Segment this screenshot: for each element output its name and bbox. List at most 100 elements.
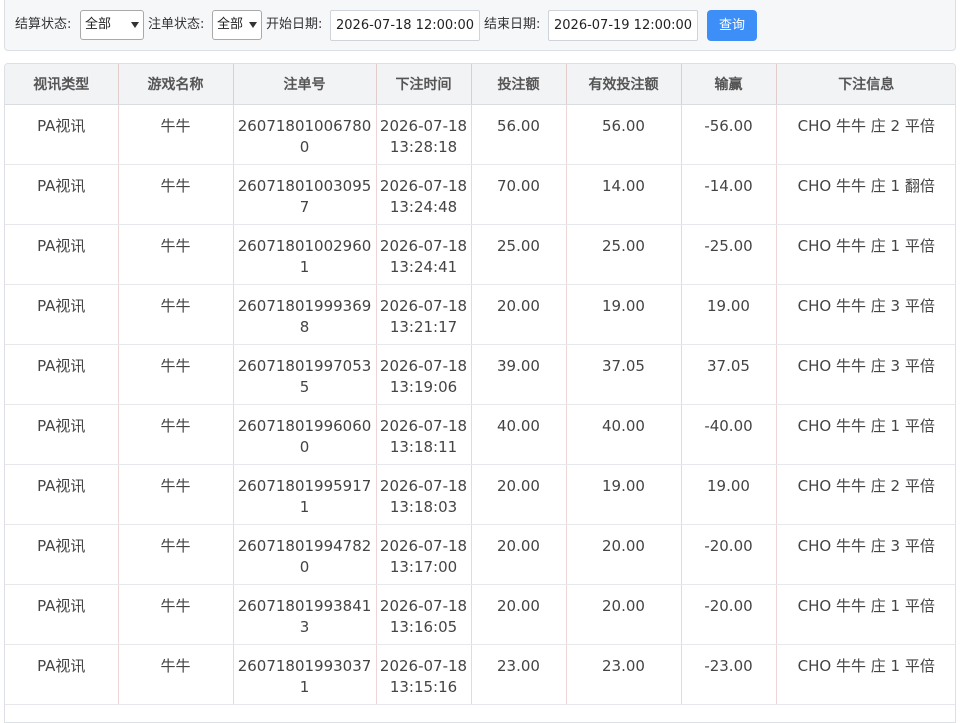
cell-valid-amount: 56.00	[566, 104, 682, 165]
cell-game-name: 牛牛	[118, 344, 234, 405]
cell-bet-amount: 20.00	[471, 284, 567, 345]
table-row[interactable]: PA视讯 牛牛 260718019930371 2026-07-18 13:15:16 2…	[5, 644, 955, 705]
bet-clock-time: 13:18:11	[389, 438, 458, 456]
cell-game-name: 牛牛	[118, 464, 234, 525]
bet-date: 2026-07-18	[379, 597, 468, 615]
bet-clock-time: 13:18:03	[389, 498, 458, 516]
cell-win-loss: -40.00	[681, 404, 777, 465]
cell-win-loss: 37.05	[681, 344, 777, 405]
cell-bet-number: 260718019947820	[233, 524, 377, 585]
cell-bet-info: CHO 牛牛 庄 3 平倍	[776, 524, 955, 585]
cell-bet-time: 2026-07-18 13:24:41	[376, 224, 472, 285]
cell-video-type: PA视讯	[5, 644, 119, 705]
settle-status-select[interactable]: 全部	[80, 10, 144, 40]
cell-game-name: 牛牛	[118, 584, 234, 645]
cell-valid-amount: 20.00	[566, 524, 682, 585]
table-row[interactable]: PA视讯 牛牛 260718019938413 2026-07-18 13:16:05 2…	[5, 584, 955, 645]
col-header-game-name[interactable]: 游戏名称	[118, 64, 234, 105]
cell-video-type: PA视讯	[5, 284, 119, 345]
cell-bet-number: 260718019959171	[233, 464, 377, 525]
col-header-win-loss[interactable]: 输赢	[681, 64, 777, 105]
cell-win-loss: 19.00	[681, 464, 777, 525]
cell-valid-amount: 23.00	[566, 644, 682, 705]
query-button[interactable]: 查询	[707, 10, 757, 41]
table-row[interactable]: PA视讯 牛牛 260718010030957 2026-07-18 13:24:48 7…	[5, 164, 955, 225]
col-header-bet-info[interactable]: 下注信息	[776, 64, 955, 105]
table-row[interactable]: PA视讯 牛牛 260718010067800 2026-07-18 13:28:18 5…	[5, 104, 955, 165]
cell-video-type: PA视讯	[5, 224, 119, 285]
cell-bet-time: 2026-07-18 13:16:05	[376, 584, 472, 645]
bet-date: 2026-07-18	[379, 297, 468, 315]
cell-game-name: 牛牛	[118, 644, 234, 705]
cell-valid-amount: 25.00	[566, 224, 682, 285]
bet-clock-time: 13:24:41	[389, 258, 458, 276]
col-header-video-type[interactable]: 视讯类型	[5, 64, 119, 105]
bet-date: 2026-07-18	[379, 657, 468, 675]
cell-bet-amount: 40.00	[471, 404, 567, 465]
cell-video-type: PA视讯	[5, 164, 119, 225]
bet-date: 2026-07-18	[379, 537, 468, 555]
cell-valid-amount: 19.00	[566, 464, 682, 525]
table-row[interactable]: PA视讯 牛牛 260718019947820 2026-07-18 13:17:00 2…	[5, 524, 955, 585]
col-header-valid-amount[interactable]: 有效投注额	[566, 64, 682, 105]
bet-date: 2026-07-18	[379, 177, 468, 195]
table-row[interactable]: PA视讯 牛牛 260718019970535 2026-07-18 13:19:06 3…	[5, 344, 955, 405]
cell-bet-amount: 20.00	[471, 524, 567, 585]
cell-bet-time: 2026-07-18 13:19:06	[376, 344, 472, 405]
cell-video-type: PA视讯	[5, 104, 119, 165]
cell-bet-amount: 23.00	[471, 644, 567, 705]
cell-valid-amount: 19.00	[566, 284, 682, 345]
cell-bet-info: CHO 牛牛 庄 2 平倍	[776, 104, 955, 165]
cell-bet-amount: 20.00	[471, 464, 567, 525]
cell-bet-time: 2026-07-18 13:21:17	[376, 284, 472, 345]
cell-bet-number: 260718019938413	[233, 584, 377, 645]
cell-bet-info: CHO 牛牛 庄 1 翻倍	[776, 164, 955, 225]
cell-bet-amount: 25.00	[471, 224, 567, 285]
cell-win-loss: -20.00	[681, 584, 777, 645]
cell-game-name: 牛牛	[118, 164, 234, 225]
cell-bet-info: CHO 牛牛 庄 1 平倍	[776, 224, 955, 285]
cell-video-type: PA视讯	[5, 344, 119, 405]
start-date-label: 开始日期:	[266, 17, 323, 32]
col-header-bet-time[interactable]: 下注时间	[376, 64, 472, 105]
cell-bet-number: 260718010030957	[233, 164, 377, 225]
bet-clock-time: 13:24:48	[389, 198, 458, 216]
table-header-row: 视讯类型 游戏名称 注单号 下注时间 投注额 有效投注额 输赢 下注信息	[5, 64, 955, 105]
cell-bet-info: CHO 牛牛 庄 3 平倍	[776, 344, 955, 405]
cell-bet-time: 2026-07-18 13:28:18	[376, 104, 472, 165]
cell-win-loss: -25.00	[681, 224, 777, 285]
cell-valid-amount: 37.05	[566, 344, 682, 405]
cell-bet-time: 2026-07-18 13:24:48	[376, 164, 472, 225]
end-date-input[interactable]: 2026-07-19 12:00:00	[548, 10, 698, 41]
table-row[interactable]: PA视讯 牛牛 260718019960600 2026-07-18 13:18:11 4…	[5, 404, 955, 465]
cell-bet-info: CHO 牛牛 庄 1 平倍	[776, 404, 955, 465]
settle-status-label: 结算状态:	[15, 17, 72, 32]
bet-date: 2026-07-18	[379, 237, 468, 255]
end-date-label: 结束日期:	[484, 17, 541, 32]
cell-bet-number: 260718019993698	[233, 284, 377, 345]
cell-bet-amount: 70.00	[471, 164, 567, 225]
settle-status-value: 全部	[85, 17, 112, 32]
table-row[interactable]: PA视讯 牛牛 260718010029601 2026-07-18 13:24:41 2…	[5, 224, 955, 285]
cell-game-name: 牛牛	[118, 224, 234, 285]
cell-valid-amount: 40.00	[566, 404, 682, 465]
bet-status-select[interactable]: 全部	[212, 10, 262, 40]
cell-video-type: PA视讯	[5, 524, 119, 585]
filter-bar: 结算状态: 全部 注单状态: 全部 开始日期: 2026-07-18 12:00…	[4, 0, 956, 51]
table-row[interactable]: PA视讯 牛牛 260718019959171 2026-07-18 13:18:03 2…	[5, 464, 955, 525]
cell-win-loss: -20.00	[681, 524, 777, 585]
bet-records-table: 视讯类型 游戏名称 注单号 下注时间 投注额 有效投注额 输赢 下注信息 PA视…	[4, 63, 956, 723]
bet-clock-time: 13:15:16	[389, 678, 458, 696]
cell-video-type: PA视讯	[5, 464, 119, 525]
cell-bet-info: CHO 牛牛 庄 2 平倍	[776, 464, 955, 525]
cell-bet-time: 2026-07-18 13:15:16	[376, 644, 472, 705]
col-header-bet-amount[interactable]: 投注额	[471, 64, 567, 105]
bet-clock-time: 13:28:18	[389, 138, 458, 156]
start-date-input[interactable]: 2026-07-18 12:00:00	[330, 10, 480, 41]
col-header-bet-number[interactable]: 注单号	[233, 64, 377, 105]
table-row[interactable]: PA视讯 牛牛 260718019993698 2026-07-18 13:21:17 2…	[5, 284, 955, 345]
cell-valid-amount: 20.00	[566, 584, 682, 645]
chevron-down-icon	[249, 22, 257, 28]
cell-bet-number: 260718019930371	[233, 644, 377, 705]
cell-bet-number: 260718010067800	[233, 104, 377, 165]
